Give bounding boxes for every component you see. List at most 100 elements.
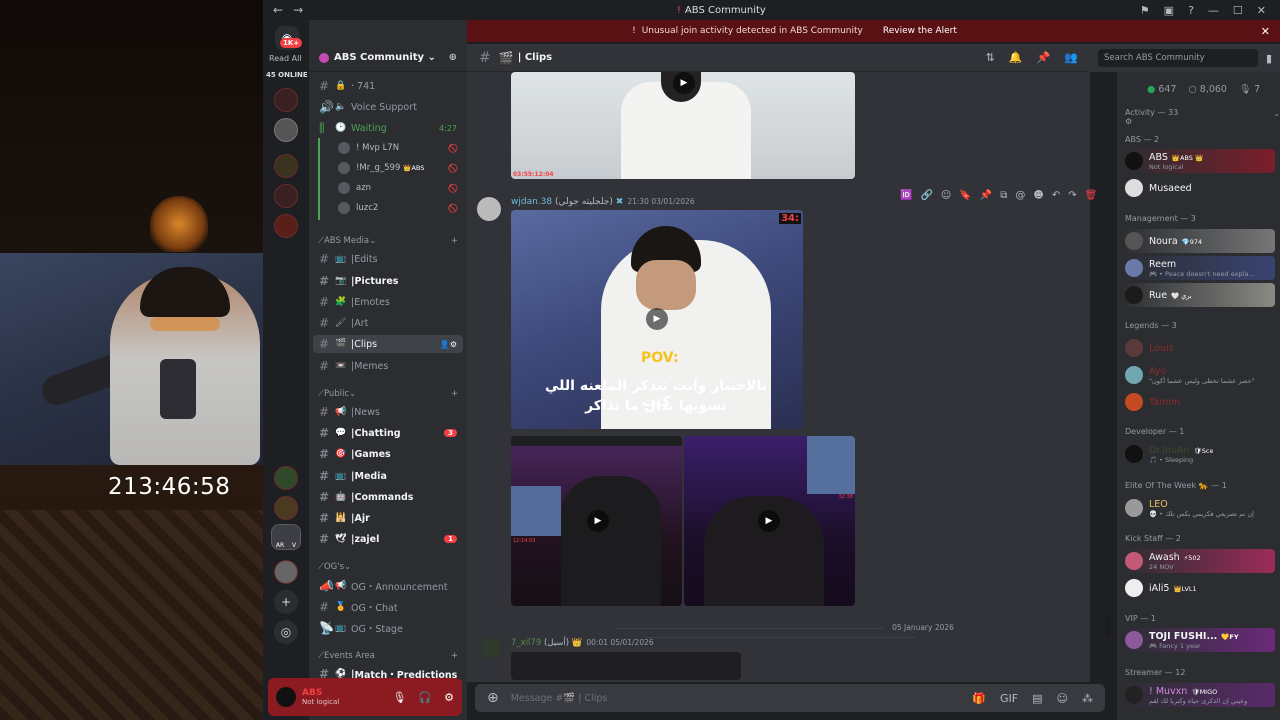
- channel-news[interactable]: # 📢 | News: [313, 403, 463, 421]
- activity-header[interactable]: Activity — 33 ⚙ ⌃: [1125, 108, 1280, 126]
- member-item[interactable]: ! Muvxn 🛡MIGO وعيني إن الذكرى حياة وكبريا …: [1123, 683, 1275, 707]
- channel-media[interactable]: # 📺 | Media: [313, 467, 463, 485]
- add-channel-icon[interactable]: +: [451, 389, 458, 399]
- play-icon[interactable]: ▶: [587, 510, 609, 532]
- threads-icon[interactable]: ⇅: [986, 51, 995, 64]
- close-alert-icon[interactable]: ✕: [1261, 25, 1270, 38]
- add-server-icon[interactable]: +: [274, 590, 298, 614]
- play-icon[interactable]: ▶: [758, 510, 780, 532]
- maximize-icon[interactable]: ☐: [1233, 4, 1243, 17]
- member-item[interactable]: Louis: [1123, 336, 1275, 360]
- emoji-icon[interactable]: ☻: [1033, 190, 1043, 201]
- server-icon[interactable]: [274, 466, 298, 490]
- voice-user[interactable]: azn 🚫: [338, 179, 458, 197]
- emoji-icon[interactable]: ☺: [1057, 692, 1068, 705]
- review-alert-link[interactable]: Review the Alert: [883, 26, 957, 36]
- message-input[interactable]: Message #🎬 | Clips: [511, 693, 608, 704]
- member-item[interactable]: ABS 👑ABS 👑 Not logical: [1123, 149, 1275, 173]
- pin-icon[interactable]: 📌: [980, 190, 992, 201]
- attach-icon[interactable]: ⊕: [487, 690, 499, 706]
- channel-art[interactable]: # 🖌 | Art: [313, 314, 463, 332]
- member-item[interactable]: Awash ⚡502 24 NOV: [1123, 549, 1275, 573]
- apps-icon[interactable]: ⁂: [1082, 692, 1093, 705]
- member-item[interactable]: Rue 🤍 بري: [1123, 283, 1275, 307]
- chat-scrollbar[interactable]: [1106, 615, 1111, 635]
- server-icon[interactable]: [274, 496, 298, 520]
- category-public[interactable]: ⟋ Public ⌄ +: [318, 389, 458, 399]
- channel-settings-icon[interactable]: 👤⚙: [440, 340, 463, 349]
- video-attachment[interactable]: ▶ 32:38: [684, 436, 855, 606]
- add-channel-icon[interactable]: +: [451, 651, 458, 661]
- search-input[interactable]: Search ABS Community: [1098, 49, 1258, 67]
- help-icon[interactable]: ?: [1188, 4, 1194, 17]
- close-window-icon[interactable]: ✕: [1257, 4, 1266, 17]
- members-icon[interactable]: 👥: [1064, 51, 1078, 64]
- server-header[interactable]: ABS Community ⌄ ⊕: [309, 44, 467, 72]
- pin-icon[interactable]: 📌: [1037, 51, 1051, 64]
- voice-user[interactable]: luzc2 🚫: [338, 199, 458, 217]
- server-icon[interactable]: [274, 214, 298, 238]
- channel-games[interactable]: # 🎯 | Games: [313, 445, 463, 463]
- voice-user[interactable]: ! Mvp L7N 🚫: [338, 139, 458, 157]
- channel-memes[interactable]: # 📼 | Memes: [313, 357, 463, 375]
- avatar[interactable]: [477, 197, 501, 221]
- channel-commands[interactable]: # 🤖 | Commands: [313, 488, 463, 506]
- channel-og-chat[interactable]: # 🏅 OG・Chat: [313, 598, 463, 616]
- settings-gear-icon[interactable]: ⚙: [444, 691, 454, 704]
- reply-icon[interactable]: ↶: [1052, 190, 1060, 201]
- member-item[interactable]: Ayo "حصر عشما تخطى وليس عشما أكون": [1123, 363, 1275, 387]
- delete-icon[interactable]: 🗑: [1085, 190, 1098, 201]
- video-attachment[interactable]: ▶ 03:55:12:04: [511, 72, 855, 179]
- server-icon[interactable]: [274, 118, 298, 142]
- channel-ajr[interactable]: # 🕌 | Ajr: [313, 509, 463, 527]
- channel-pictures[interactable]: # 📷 | Pictures: [313, 272, 463, 290]
- member-item[interactable]: Tamim: [1123, 390, 1275, 414]
- gift-icon[interactable]: 🎁: [972, 692, 986, 705]
- bookmark-icon[interactable]: 🔖: [959, 190, 971, 201]
- avatar[interactable]: [481, 638, 501, 658]
- category-abs-media[interactable]: ⟋ ABS Media ⌄ +: [318, 236, 458, 246]
- member-item[interactable]: LEO 💀 • إن تم تصريعي فكريمي بكس تلك: [1123, 496, 1275, 520]
- avatar[interactable]: [276, 687, 296, 707]
- member-item[interactable]: Noura 💎974: [1123, 229, 1275, 253]
- server-folder[interactable]: AR V: [271, 524, 301, 550]
- message-composer[interactable]: ⊕ Message #🎬 | Clips 🎁 GIF ▤ ☺ ⁂: [475, 684, 1105, 712]
- member-item[interactable]: TOJI FUSHI... 💛FY 🎮 Fancy 1 year: [1123, 628, 1275, 652]
- channel-og-stage[interactable]: 📡 📺 OG・Stage: [313, 619, 463, 637]
- gif-icon[interactable]: GIF: [1000, 692, 1018, 705]
- channel-clips[interactable]: # 🎬 | Clips 👤⚙: [313, 335, 463, 353]
- video-attachment[interactable]: ▶ 12:14:03: [511, 436, 682, 606]
- video-attachment[interactable]: [511, 652, 741, 680]
- minimize-icon[interactable]: —: [1208, 4, 1219, 17]
- category-ogs[interactable]: ⟋ OG's ⌄: [318, 562, 458, 572]
- play-icon[interactable]: ▶: [673, 72, 695, 94]
- channel-og-announcement[interactable]: 📣 📢 OG・Announcement: [313, 577, 463, 595]
- channel-chatting[interactable]: # 💬 | Chatting 3: [313, 424, 463, 442]
- member-item[interactable]: Dr.JouAn 🛡Sce 🎵 • Sleeping: [1123, 442, 1275, 466]
- channel-741[interactable]: # 🔒 · 741: [313, 77, 463, 95]
- server-icon[interactable]: [274, 88, 298, 112]
- screen-icon[interactable]: ▣: [1164, 4, 1174, 17]
- bell-icon[interactable]: 🔔: [1009, 51, 1023, 64]
- category-events[interactable]: ⟋ Events Area +: [318, 651, 458, 661]
- message-author[interactable]: wjdan.38 (جلجليته جولي) ✖ 03/01/2026 21:3…: [511, 197, 695, 207]
- play-icon[interactable]: ▶: [646, 308, 668, 330]
- inbox-icon[interactable]: ▮: [1266, 52, 1272, 65]
- thread-icon[interactable]: ⧉: [1000, 190, 1007, 201]
- server-icon[interactable]: [274, 154, 298, 178]
- microphone-icon[interactable]: 🎙: [392, 691, 406, 704]
- id-icon[interactable]: 🆔: [900, 190, 912, 201]
- headphones-icon[interactable]: 🎧: [418, 691, 432, 704]
- video-attachment[interactable]: ▶ Widan POV: بالاختبار وانت تتذكر الملعن…: [511, 210, 803, 429]
- member-item[interactable]: Musaeed: [1123, 176, 1275, 200]
- channel-zajel[interactable]: # 🕊 | zajel 1: [313, 530, 463, 548]
- voice-user[interactable]: !Mr_g_599 👑ABS 🚫: [338, 159, 458, 177]
- member-item[interactable]: iAli5 👑LVL1: [1123, 576, 1275, 600]
- add-channel-icon[interactable]: +: [451, 236, 458, 246]
- message-author[interactable]: 7_xil79 (أسيل) 👑 05/01/2026 00:01: [511, 638, 654, 648]
- mention-icon[interactable]: @: [1015, 190, 1025, 201]
- link-icon[interactable]: 🔗: [920, 190, 932, 201]
- forward-arrow-icon[interactable]: →: [293, 3, 303, 17]
- server-icon[interactable]: [274, 560, 298, 584]
- channel-waiting[interactable]: ⫼ 🕑 Waiting 4:27: [313, 119, 463, 137]
